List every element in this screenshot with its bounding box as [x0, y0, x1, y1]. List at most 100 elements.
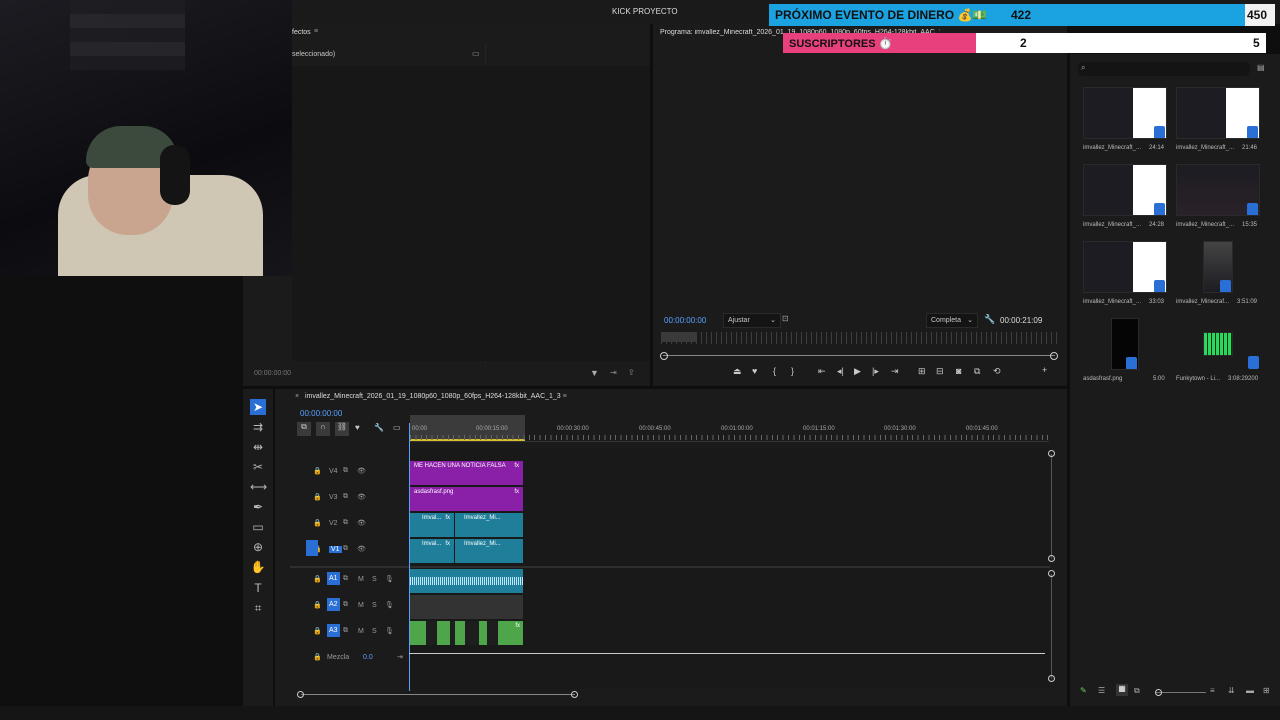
lock-icon[interactable]: 🔒: [313, 467, 322, 475]
scroll-handle[interactable]: [1048, 555, 1055, 562]
go-to-in-icon[interactable]: ⇤: [818, 366, 826, 377]
sort-icon[interactable]: ≡: [1210, 686, 1215, 695]
add-marker-timeline-icon[interactable]: ♥: [355, 423, 360, 432]
timeline-horizontal-scrollbar[interactable]: [301, 694, 575, 695]
automate-icon[interactable]: ⇊: [1228, 686, 1235, 695]
eye-icon[interactable]: 👁: [357, 467, 366, 475]
solo-button[interactable]: S: [372, 576, 377, 583]
ripple-edit-tool-icon[interactable]: ⇹: [250, 439, 266, 455]
sequence-tab[interactable]: imvallez_Minecraft_2026_01_19_1080p60_10…: [305, 393, 567, 400]
safe-margins-icon[interactable]: ⊡: [782, 314, 789, 323]
lock-icon[interactable]: 🔒: [313, 519, 322, 527]
project-item-thumb[interactable]: [1083, 87, 1167, 139]
audio-vertical-scrollbar[interactable]: [1051, 574, 1052, 679]
go-to-end-icon[interactable]: ⇥: [397, 653, 403, 661]
clip-a3-audio[interactable]: fx: [410, 621, 523, 645]
track-label[interactable]: A2: [327, 598, 340, 611]
rectangle-tool-icon[interactable]: ▭: [250, 519, 266, 535]
sequence-menu-icon[interactable]: ≡: [563, 393, 567, 400]
project-item-thumb[interactable]: [1083, 164, 1167, 216]
overwrite-icon[interactable]: ⊟: [936, 366, 944, 377]
hscroll-end-handle[interactable]: [571, 691, 578, 698]
icon-view-icon[interactable]: ▦: [1116, 684, 1128, 696]
fit-dropdown[interactable]: Ajustar ⌄: [723, 313, 781, 328]
settings-wrench-icon[interactable]: 🔧: [374, 423, 384, 432]
source-patch-v1[interactable]: [306, 540, 318, 556]
new-folder-icon[interactable]: ▬: [1246, 686, 1254, 695]
effects-panel-toggle-icon[interactable]: ▭: [472, 49, 480, 58]
razor-tool-icon[interactable]: ✂: [250, 459, 266, 475]
quality-dropdown[interactable]: Completa ⌄: [926, 313, 978, 328]
effects-tab[interactable]: fectos: [292, 29, 311, 36]
lift-icon[interactable]: ⏏: [733, 366, 742, 377]
clip-v2-b[interactable]: Imvallez_Mi...: [455, 513, 523, 537]
lock-icon[interactable]: 🔒: [313, 493, 322, 501]
step-forward-icon[interactable]: |▸: [872, 366, 879, 377]
project-item-thumb[interactable]: [1176, 87, 1260, 139]
track-label[interactable]: A1: [327, 572, 340, 585]
lock-icon[interactable]: 🔒: [313, 601, 322, 609]
program-current-time[interactable]: 00:00:00:00: [664, 316, 706, 325]
clip-a1-audio[interactable]: [410, 569, 523, 593]
scroll-handle[interactable]: [1048, 450, 1055, 457]
video-vertical-scrollbar[interactable]: [1051, 454, 1052, 559]
freeform-view-icon[interactable]: ⧉: [1134, 686, 1140, 696]
track-label[interactable]: V1: [329, 546, 342, 553]
vr-icon[interactable]: ⟲: [993, 366, 1001, 377]
add-marker-icon[interactable]: ♥: [752, 366, 757, 376]
step-back-icon[interactable]: ◂|: [837, 366, 844, 377]
mute-button[interactable]: M: [358, 602, 364, 609]
play-icon[interactable]: ▶: [854, 366, 861, 377]
type-tool-icon[interactable]: T: [250, 580, 266, 596]
program-scrubber[interactable]: [663, 355, 1055, 356]
camera-icon[interactable]: ◙: [956, 366, 961, 376]
filter-icon[interactable]: ▼: [590, 368, 599, 378]
hscroll-start-handle[interactable]: [297, 691, 304, 698]
track-label[interactable]: A3: [327, 624, 340, 637]
eye-icon[interactable]: 👁: [357, 545, 366, 553]
mark-out-icon[interactable]: }: [791, 366, 794, 376]
caption-tool-icon[interactable]: ⌗: [250, 600, 266, 616]
new-item-icon[interactable]: ⊞: [1263, 686, 1270, 695]
eye-icon[interactable]: 👁: [357, 519, 366, 527]
sync-lock-icon[interactable]: ⧉: [343, 519, 348, 527]
microphone-icon[interactable]: 🎙: [385, 601, 394, 609]
project-item-thumb[interactable]: [1203, 332, 1233, 356]
sync-lock-icon[interactable]: ⧉: [343, 601, 348, 609]
microphone-icon[interactable]: 🎙: [385, 627, 394, 635]
new-bin-icon[interactable]: ▤: [1257, 63, 1265, 72]
sync-lock-icon[interactable]: ⧉: [343, 575, 348, 583]
solo-button[interactable]: S: [372, 628, 377, 635]
mute-button[interactable]: M: [358, 576, 364, 583]
close-sequence-icon[interactable]: ×: [295, 393, 299, 400]
clip-v1-a[interactable]: Imval... fx: [410, 539, 454, 563]
nest-icon[interactable]: ⧉: [297, 422, 311, 436]
project-item-thumb[interactable]: [1176, 164, 1260, 216]
solo-button[interactable]: S: [372, 602, 377, 609]
scroll-handle[interactable]: [1048, 570, 1055, 577]
track-select-tool-icon[interactable]: ⇉: [250, 419, 266, 435]
selection-tool-icon[interactable]: ➤: [250, 399, 266, 415]
clip-v3-image[interactable]: asdasfrasf.png fx: [410, 487, 523, 511]
lock-icon[interactable]: 🔒: [313, 627, 322, 635]
program-playhead-marker[interactable]: [661, 332, 697, 342]
effects-menu-icon[interactable]: ≡: [314, 28, 318, 35]
zoom-slider[interactable]: [1156, 692, 1206, 693]
insert-icon[interactable]: ⊞: [918, 366, 926, 377]
sync-lock-icon[interactable]: ⧉: [343, 545, 348, 553]
program-mini-ruler[interactable]: [661, 332, 1059, 344]
zoom-slider-handle[interactable]: [1155, 689, 1162, 696]
scrubber-end-handle[interactable]: [1050, 352, 1058, 360]
project-search-input[interactable]: ⌕: [1078, 62, 1250, 76]
sync-lock-icon[interactable]: ⧉: [343, 467, 348, 475]
eye-icon[interactable]: 👁: [357, 493, 366, 501]
lock-icon[interactable]: 🔒: [313, 575, 322, 583]
lock-icon[interactable]: 🔒: [313, 653, 322, 661]
clip-v4-title[interactable]: ME HACEN UNA NOTICIA FALSA fx: [410, 461, 523, 485]
project-item-thumb[interactable]: [1203, 241, 1233, 293]
snap-icon[interactable]: ∩: [316, 422, 330, 436]
sync-lock-icon[interactable]: ⧉: [343, 493, 348, 501]
captions-icon[interactable]: ▭: [393, 423, 401, 432]
slip-tool-icon[interactable]: ⟷: [250, 479, 267, 495]
hand-tool-icon[interactable]: ✋: [250, 559, 266, 575]
